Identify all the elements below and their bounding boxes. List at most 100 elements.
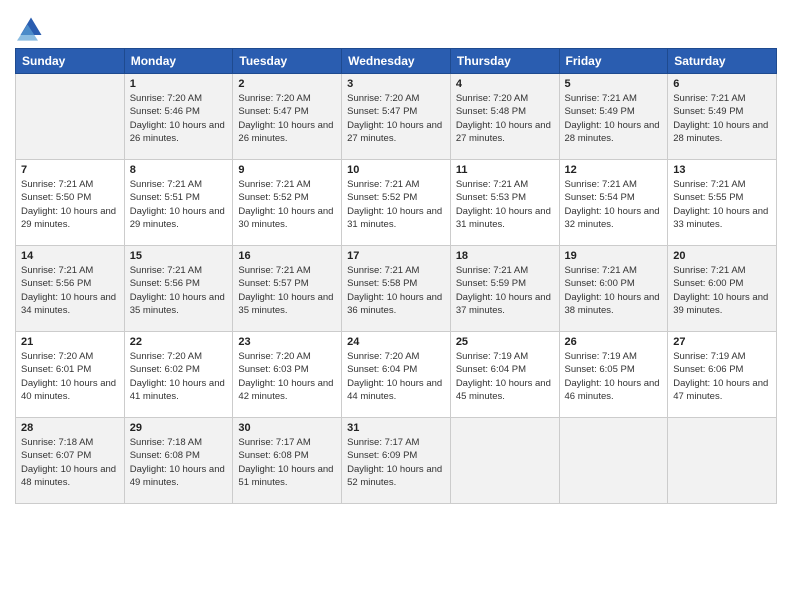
day-number: 17 [347, 250, 445, 262]
day-number: 15 [130, 250, 228, 262]
week-row-2: 7 Sunrise: 7:21 AMSunset: 5:50 PMDaylight… [16, 160, 777, 246]
day-info: Sunrise: 7:20 AMSunset: 5:48 PMDaylight:… [456, 92, 554, 145]
day-info: Sunrise: 7:21 AMSunset: 5:50 PMDaylight:… [21, 178, 119, 231]
day-cell: 17 Sunrise: 7:21 AMSunset: 5:58 PMDayligh… [342, 246, 451, 332]
day-number: 8 [130, 164, 228, 176]
day-info: Sunrise: 7:17 AMSunset: 6:08 PMDaylight:… [238, 436, 336, 489]
day-number: 18 [456, 250, 554, 262]
day-number: 25 [456, 336, 554, 348]
day-cell: 12Sunrise: 7:21 AMSunset: 5:54 PMDayligh… [559, 160, 668, 246]
day-cell: 25 Sunrise: 7:19 AMSunset: 6:04 PMDayligh… [450, 332, 559, 418]
day-info: Sunrise: 7:21 AMSunset: 5:55 PMDaylight:… [673, 178, 771, 231]
day-info: Sunrise: 7:20 AMSunset: 6:01 PMDaylight:… [21, 350, 119, 403]
day-cell: 30 Sunrise: 7:17 AMSunset: 6:08 PMDayligh… [233, 418, 342, 504]
day-number: 31 [347, 422, 445, 434]
day-cell: 16 Sunrise: 7:21 AMSunset: 5:57 PMDayligh… [233, 246, 342, 332]
day-cell: 6 Sunrise: 7:21 AMSunset: 5:49 PMDaylight… [668, 74, 777, 160]
day-info: Sunrise: 7:20 AMSunset: 6:03 PMDaylight:… [238, 350, 336, 403]
day-number: 5 [565, 78, 663, 90]
day-number: 20 [673, 250, 771, 262]
weekday-header-sunday: Sunday [16, 49, 125, 74]
week-row-1: 1 Sunrise: 7:20 AMSunset: 5:46 PMDaylight… [16, 74, 777, 160]
day-cell: 31 Sunrise: 7:17 AMSunset: 6:09 PMDayligh… [342, 418, 451, 504]
day-cell: 29 Sunrise: 7:18 AMSunset: 6:08 PMDayligh… [124, 418, 233, 504]
day-info: Sunrise: 7:20 AMSunset: 6:02 PMDaylight:… [130, 350, 228, 403]
day-info: Sunrise: 7:21 AMSunset: 5:53 PMDaylight:… [456, 178, 554, 231]
day-info: Sunrise: 7:21 AMSunset: 5:58 PMDaylight:… [347, 264, 445, 317]
day-number: 28 [21, 422, 119, 434]
day-cell: 23 Sunrise: 7:20 AMSunset: 6:03 PMDayligh… [233, 332, 342, 418]
day-cell [559, 418, 668, 504]
day-number: 29 [130, 422, 228, 434]
day-info: Sunrise: 7:18 AMSunset: 6:07 PMDaylight:… [21, 436, 119, 489]
day-cell: 14 Sunrise: 7:21 AMSunset: 5:56 PMDayligh… [16, 246, 125, 332]
day-info: Sunrise: 7:21 AMSunset: 5:59 PMDaylight:… [456, 264, 554, 317]
day-number: 9 [238, 164, 336, 176]
day-cell: 26 Sunrise: 7:19 AMSunset: 6:05 PMDayligh… [559, 332, 668, 418]
weekday-header-thursday: Thursday [450, 49, 559, 74]
day-cell: 8 Sunrise: 7:21 AMSunset: 5:51 PMDaylight… [124, 160, 233, 246]
day-info: Sunrise: 7:21 AMSunset: 5:49 PMDaylight:… [565, 92, 663, 145]
day-number: 1 [130, 78, 228, 90]
week-row-4: 21 Sunrise: 7:20 AMSunset: 6:01 PMDayligh… [16, 332, 777, 418]
day-info: Sunrise: 7:21 AMSunset: 5:51 PMDaylight:… [130, 178, 228, 231]
day-info: Sunrise: 7:21 AMSunset: 5:56 PMDaylight:… [21, 264, 119, 317]
day-cell: 18 Sunrise: 7:21 AMSunset: 5:59 PMDayligh… [450, 246, 559, 332]
day-cell: 15 Sunrise: 7:21 AMSunset: 5:56 PMDayligh… [124, 246, 233, 332]
day-number: 10 [347, 164, 445, 176]
header [15, 10, 777, 42]
day-info: Sunrise: 7:21 AMSunset: 5:57 PMDaylight:… [238, 264, 336, 317]
day-cell: 9Sunrise: 7:21 AMSunset: 5:52 PMDaylight… [233, 160, 342, 246]
day-number: 30 [238, 422, 336, 434]
day-info: Sunrise: 7:19 AMSunset: 6:04 PMDaylight:… [456, 350, 554, 403]
day-cell: 11 Sunrise: 7:21 AMSunset: 5:53 PMDayligh… [450, 160, 559, 246]
day-number: 4 [456, 78, 554, 90]
day-number: 11 [456, 164, 554, 176]
calendar-table: SundayMondayTuesdayWednesdayThursdayFrid… [15, 48, 777, 504]
day-number: 24 [347, 336, 445, 348]
day-number: 16 [238, 250, 336, 262]
day-cell: 3Sunrise: 7:20 AMSunset: 5:47 PMDaylight… [342, 74, 451, 160]
weekday-header-monday: Monday [124, 49, 233, 74]
day-info: Sunrise: 7:21 AMSunset: 5:56 PMDaylight:… [130, 264, 228, 317]
day-info: Sunrise: 7:20 AMSunset: 6:04 PMDaylight:… [347, 350, 445, 403]
day-cell: 13Sunrise: 7:21 AMSunset: 5:55 PMDayligh… [668, 160, 777, 246]
weekday-header-row: SundayMondayTuesdayWednesdayThursdayFrid… [16, 49, 777, 74]
day-info: Sunrise: 7:20 AMSunset: 5:47 PMDaylight:… [238, 92, 336, 145]
day-cell: 20 Sunrise: 7:21 AMSunset: 6:00 PMDayligh… [668, 246, 777, 332]
day-number: 2 [238, 78, 336, 90]
day-info: Sunrise: 7:21 AMSunset: 5:52 PMDaylight:… [347, 178, 445, 231]
weekday-header-wednesday: Wednesday [342, 49, 451, 74]
day-number: 23 [238, 336, 336, 348]
day-number: 19 [565, 250, 663, 262]
day-cell: 28 Sunrise: 7:18 AMSunset: 6:07 PMDayligh… [16, 418, 125, 504]
week-row-3: 14 Sunrise: 7:21 AMSunset: 5:56 PMDayligh… [16, 246, 777, 332]
day-number: 27 [673, 336, 771, 348]
day-number: 14 [21, 250, 119, 262]
day-cell: 21 Sunrise: 7:20 AMSunset: 6:01 PMDayligh… [16, 332, 125, 418]
day-cell: 27Sunrise: 7:19 AMSunset: 6:06 PMDayligh… [668, 332, 777, 418]
day-number: 7 [21, 164, 119, 176]
calendar-page: SundayMondayTuesdayWednesdayThursdayFrid… [0, 0, 792, 612]
day-cell: 19Sunrise: 7:21 AMSunset: 6:00 PMDayligh… [559, 246, 668, 332]
day-info: Sunrise: 7:18 AMSunset: 6:08 PMDaylight:… [130, 436, 228, 489]
day-number: 21 [21, 336, 119, 348]
day-info: Sunrise: 7:20 AMSunset: 5:47 PMDaylight:… [347, 92, 445, 145]
day-info: Sunrise: 7:21 AMSunset: 6:00 PMDaylight:… [673, 264, 771, 317]
day-info: Sunrise: 7:17 AMSunset: 6:09 PMDaylight:… [347, 436, 445, 489]
day-cell: 7 Sunrise: 7:21 AMSunset: 5:50 PMDaylight… [16, 160, 125, 246]
day-info: Sunrise: 7:20 AMSunset: 5:46 PMDaylight:… [130, 92, 228, 145]
day-cell: 1 Sunrise: 7:20 AMSunset: 5:46 PMDaylight… [124, 74, 233, 160]
day-number: 22 [130, 336, 228, 348]
day-number: 6 [673, 78, 771, 90]
day-cell [16, 74, 125, 160]
day-info: Sunrise: 7:21 AMSunset: 5:49 PMDaylight:… [673, 92, 771, 145]
day-info: Sunrise: 7:19 AMSunset: 6:05 PMDaylight:… [565, 350, 663, 403]
weekday-header-friday: Friday [559, 49, 668, 74]
week-row-5: 28 Sunrise: 7:18 AMSunset: 6:07 PMDayligh… [16, 418, 777, 504]
day-info: Sunrise: 7:21 AMSunset: 5:54 PMDaylight:… [565, 178, 663, 231]
day-number: 26 [565, 336, 663, 348]
day-cell [450, 418, 559, 504]
logo-icon [17, 14, 45, 42]
weekday-header-tuesday: Tuesday [233, 49, 342, 74]
